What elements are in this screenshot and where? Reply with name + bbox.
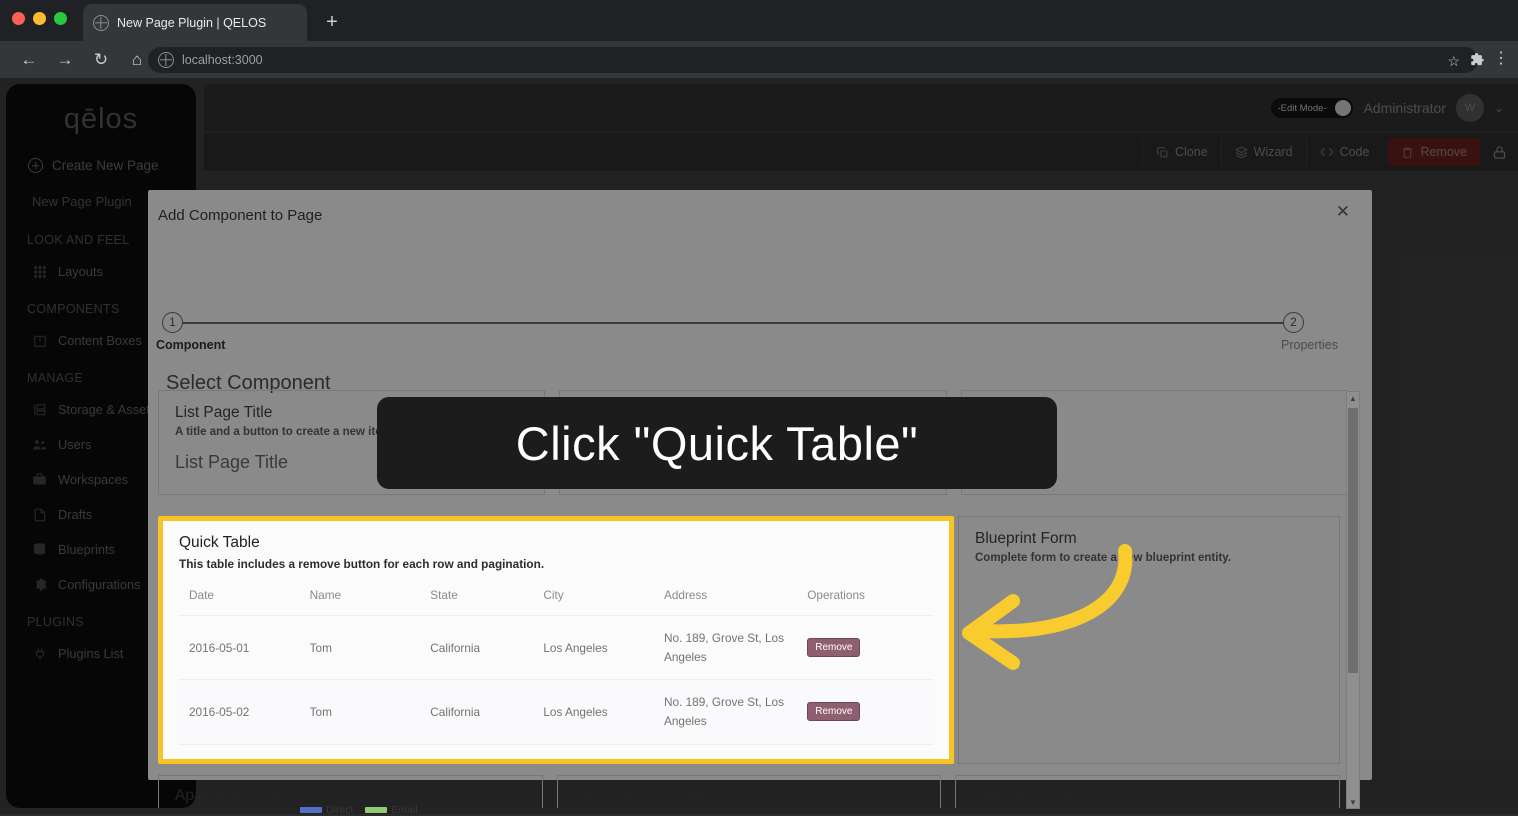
globe-favicon-icon <box>93 14 109 31</box>
step-2-circle[interactable]: 2 <box>1283 312 1304 333</box>
component-card-title: Remove Confirmation <box>573 787 724 804</box>
cell-city: Los Angeles <box>533 615 654 681</box>
browser-tabstrip: New Page Plugin | QELOS + <box>0 0 1518 41</box>
cell-address: No. 189, Grove St, Los Angeles <box>653 615 798 681</box>
close-window-button[interactable] <box>12 12 25 25</box>
component-card-quick-table[interactable]: Quick Table This table includes a remove… <box>158 516 954 764</box>
column-header-date[interactable]: Date <box>179 582 300 616</box>
cell-date: 2016-05-03 <box>179 744 300 759</box>
component-card-blueprint-form[interactable]: Blueprint Form Complete form to create a… <box>958 516 1340 764</box>
bookmark-star-icon[interactable]: ☆ <box>1447 53 1460 70</box>
browser-menu-icon[interactable]: ⋮ <box>1493 50 1509 68</box>
echart-legend: Direct Email <box>300 804 418 816</box>
scroll-down-arrow-icon[interactable]: ▼ <box>1347 796 1359 808</box>
table-header-row: Date Name State City Address Operations <box>179 582 933 616</box>
table-row[interactable]: 2016-05-03 Tom California Los Angeles No… <box>179 744 933 759</box>
reload-icon[interactable]: ↻ <box>86 45 116 75</box>
modal-title: Add Component to Page <box>158 207 323 224</box>
address-bar-url: localhost:3000 <box>182 53 263 67</box>
cell-operations: Remove <box>797 744 933 759</box>
window-traffic-lights <box>12 12 67 25</box>
cell-city: Los Angeles <box>533 744 654 759</box>
cell-name: Tom <box>299 679 421 745</box>
row-remove-button[interactable]: Remove <box>807 638 861 658</box>
browser-tab[interactable]: New Page Plugin | QELOS <box>83 4 307 41</box>
legend-entry-email: Email <box>365 804 418 816</box>
site-globe-icon <box>158 52 174 68</box>
cell-state: California <box>420 744 534 759</box>
column-header-state[interactable]: State <box>420 582 534 616</box>
row-remove-button[interactable]: Remove <box>807 702 861 722</box>
cell-operations: Remove <box>797 679 933 745</box>
column-header-city[interactable]: City <box>533 582 654 616</box>
column-header-address[interactable]: Address <box>653 582 798 616</box>
component-card-title: Apache EChart <box>175 787 281 804</box>
component-card-remove-confirmation[interactable]: Remove Confirmation <box>556 775 942 808</box>
scrollbar-thumb[interactable] <box>1348 408 1358 673</box>
browser-tab-title: New Page Plugin | QELOS <box>117 15 267 30</box>
table-row[interactable]: 2016-05-01 Tom California Los Angeles No… <box>179 615 933 681</box>
browser-toolbar: ← → ↻ ⌂ localhost:3000 ☆ ⋮ <box>0 41 1518 78</box>
component-card-statistics-card[interactable]: Statistics Card <box>955 775 1340 808</box>
maximize-window-button[interactable] <box>54 12 67 25</box>
legend-swatch <box>300 807 322 813</box>
quick-table-desc: This table includes a remove button for … <box>179 557 545 571</box>
cell-city: Los Angeles <box>533 679 654 745</box>
back-icon[interactable]: ← <box>14 45 44 75</box>
blueprint-form-desc: Complete form to create a new blueprint … <box>975 552 1232 564</box>
browser-chrome: New Page Plugin | QELOS + ← → ↻ ⌂ localh… <box>0 0 1518 78</box>
quick-table-preview: Date Name State City Address Operations … <box>179 582 933 759</box>
cell-address: No. 189, Grove St, Los Angeles <box>653 744 798 759</box>
modal-scrollbar[interactable]: ▲ ▼ <box>1346 391 1360 809</box>
step-1-label: Component <box>156 338 226 352</box>
component-card-title: Statistics Card <box>972 787 1073 804</box>
legend-label: Direct <box>326 804 354 816</box>
cell-operations: Remove <box>797 615 933 681</box>
cell-date: 2016-05-01 <box>179 615 300 681</box>
column-header-name[interactable]: Name <box>299 582 421 616</box>
cell-name: Tom <box>299 615 421 681</box>
stepper-line <box>182 322 1288 324</box>
cell-name: Tom <box>299 744 421 759</box>
application-window: -Edit Mode- Administrator W ⌄ Clone Wiza… <box>0 78 1518 816</box>
column-header-operations[interactable]: Operations <box>797 582 933 616</box>
instruction-text: Click "Quick Table" <box>515 416 919 470</box>
new-tab-button[interactable]: + <box>318 9 346 37</box>
legend-swatch <box>365 807 388 813</box>
blueprint-form-title: Blueprint Form <box>975 530 1077 547</box>
table-row[interactable]: 2016-05-02 Tom California Los Angeles No… <box>179 679 933 745</box>
address-bar[interactable]: localhost:3000 <box>148 47 1478 73</box>
wizard-stepper: 1 Component 2 Properties <box>156 306 1364 366</box>
cell-date: 2016-05-02 <box>179 679 300 745</box>
instruction-overlay: Click "Quick Table" <box>377 397 1057 489</box>
legend-label: Email <box>391 804 418 816</box>
cell-state: California <box>420 679 534 745</box>
forward-icon[interactable]: → <box>50 45 80 75</box>
step-1-circle[interactable]: 1 <box>162 312 183 333</box>
extensions-puzzle-icon[interactable] <box>1470 52 1485 70</box>
step-2-label: Properties <box>1281 338 1338 352</box>
cell-address: No. 189, Grove St, Los Angeles <box>653 679 798 745</box>
scroll-up-arrow-icon[interactable]: ▲ <box>1347 392 1359 404</box>
quick-table-title: Quick Table <box>179 534 260 551</box>
close-icon[interactable]: ✕ <box>1336 203 1350 220</box>
cell-state: California <box>420 615 534 681</box>
legend-entry-direct: Direct <box>300 804 353 816</box>
minimize-window-button[interactable] <box>33 12 46 25</box>
